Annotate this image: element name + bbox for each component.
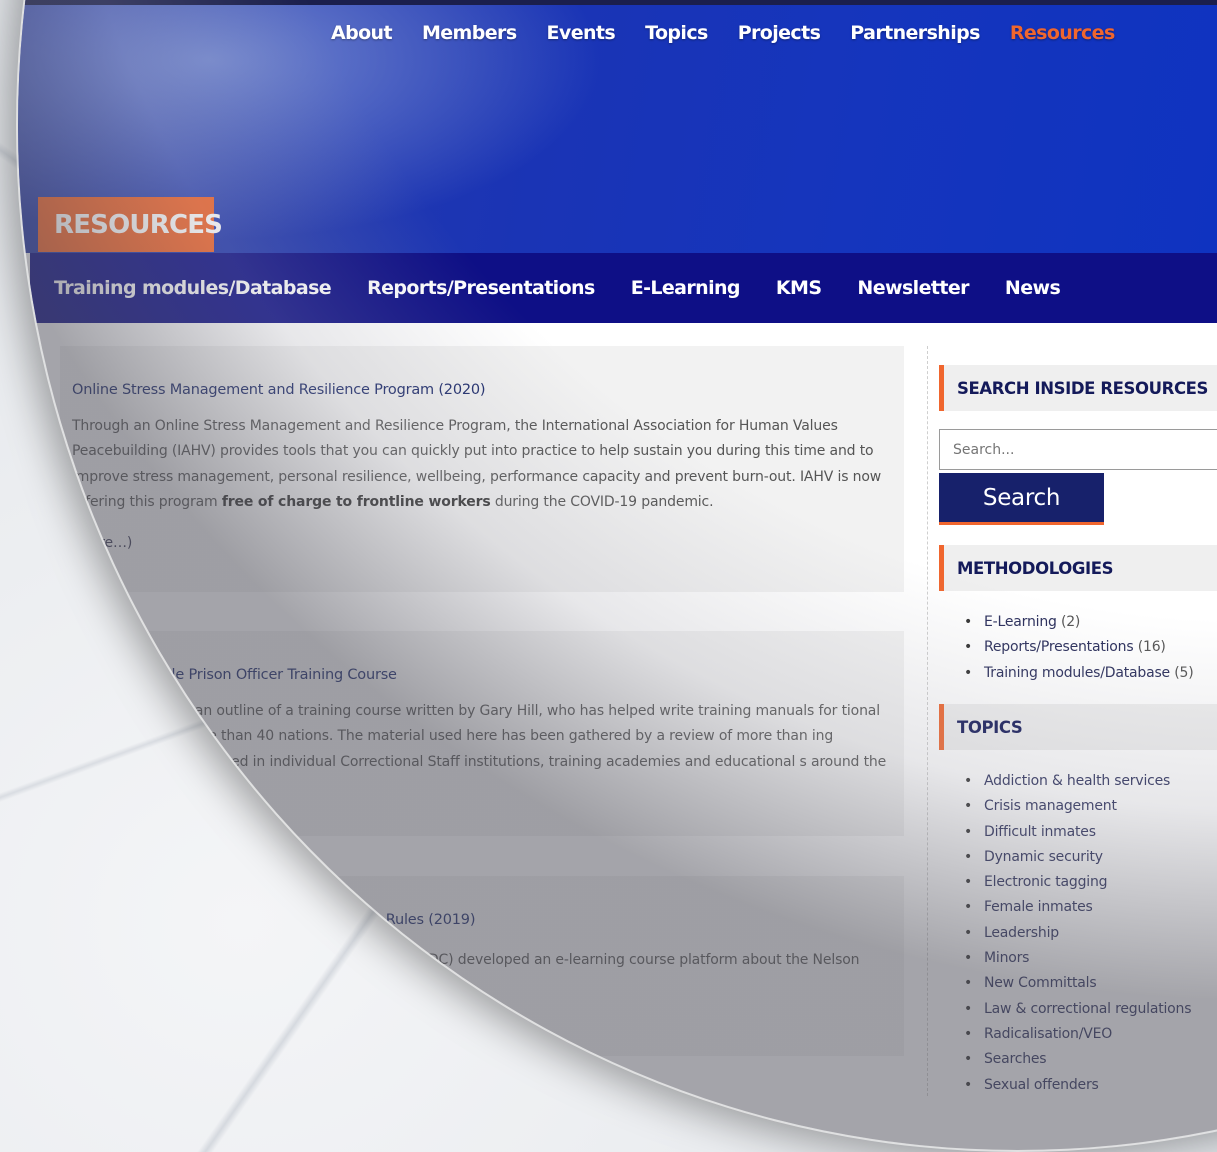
article-excerpt: ugs and Crime (UNODC) developed an e-lea… (287, 952, 860, 968)
page-title-banner: RESOURCES (38, 197, 223, 252)
subnav-kms[interactable]: KMS (776, 277, 822, 299)
topic-item[interactable]: Minors (964, 946, 1191, 972)
hero-header: About Members Events Topics Projects Par… (18, 0, 1217, 253)
read-more-link[interactable]: (more…) (72, 535, 132, 551)
article-card: utline: Sample Prison Officer Training C… (60, 631, 904, 836)
search-button[interactable]: Search (939, 473, 1104, 525)
methodologies-heading: METHODOLOGIES (939, 545, 1217, 591)
topics-list: Addiction & health services Crisis manag… (964, 769, 1192, 1099)
article-title[interactable]: utline: Sample Prison Officer Training C… (72, 631, 892, 683)
sidebar-divider (927, 346, 928, 1096)
topic-item[interactable]: Radicalisation/VEO (964, 1022, 1191, 1048)
hero-top-border (18, 0, 1217, 5)
topic-item[interactable]: Sexual offenders (964, 1073, 1191, 1099)
main-nav: About Members Events Topics Projects Par… (331, 22, 1145, 44)
topic-item[interactable]: Difficult inmates (964, 820, 1191, 846)
topic-item[interactable]: Searches (964, 1047, 1191, 1073)
nav-partnerships[interactable]: Partnerships (850, 22, 980, 44)
article-card: se Nelson Mandela Rules (2019) ugs and C… (60, 876, 904, 1056)
magnifier-lens: About Members Events Topics Projects Par… (18, 0, 1217, 1150)
article-title[interactable]: Online Stress Management and Resilience … (72, 346, 892, 398)
article-title[interactable]: se Nelson Mandela Rules (2019) (72, 876, 892, 928)
subnav-newsletter[interactable]: Newsletter (857, 277, 969, 299)
methodology-item[interactable]: Training modules/Database (5) (964, 661, 1194, 687)
webpage: About Members Events Topics Projects Par… (18, 0, 1217, 1150)
nav-resources[interactable]: Resources (1010, 22, 1115, 44)
topic-item[interactable]: Female inmates (964, 895, 1191, 921)
topic-item[interactable]: Dynamic security (964, 845, 1191, 871)
nav-events[interactable]: Events (547, 22, 616, 44)
topic-item[interactable]: Crisis management (964, 794, 1191, 820)
topic-item[interactable]: Law & correctional regulations (964, 997, 1192, 1023)
nav-about[interactable]: About (331, 22, 393, 44)
resources-subnav: Training modules/Database Reports/Presen… (30, 253, 1217, 323)
subnav-training-modules[interactable]: Training modules/Database (54, 277, 332, 299)
methodologies-list: E-Learning (2) Reports/Presentations (16… (964, 610, 1194, 687)
methodology-item[interactable]: Reports/Presentations (16) (964, 635, 1193, 661)
topics-heading: TOPICS (939, 704, 1217, 750)
topic-item[interactable]: Electronic tagging (964, 870, 1191, 896)
article-emphasis: free of charge to frontline workers (221, 493, 491, 510)
nav-members[interactable]: Members (422, 22, 517, 44)
article-excerpt: document is an outline of a training cou… (106, 703, 887, 795)
methodology-item[interactable]: E-Learning (2) (964, 610, 1193, 636)
subnav-news[interactable]: News (1005, 277, 1061, 299)
read-more-link[interactable]: (more…) (157, 779, 217, 795)
article-card: Online Stress Management and Resilience … (60, 346, 904, 592)
topic-item[interactable]: New Committals (964, 971, 1191, 997)
subnav-reports[interactable]: Reports/Presentations (367, 277, 595, 299)
search-heading: SEARCH INSIDE RESOURCES (939, 365, 1217, 411)
article-excerpt: Through an Online Stress Management and … (72, 418, 882, 510)
nav-projects[interactable]: Projects (738, 22, 821, 44)
search-input[interactable] (939, 429, 1217, 470)
subnav-e-learning[interactable]: E-Learning (631, 277, 741, 299)
nav-topics[interactable]: Topics (645, 22, 708, 44)
topic-item[interactable]: Addiction & health services (964, 769, 1191, 795)
topic-item[interactable]: Leadership (964, 921, 1191, 947)
